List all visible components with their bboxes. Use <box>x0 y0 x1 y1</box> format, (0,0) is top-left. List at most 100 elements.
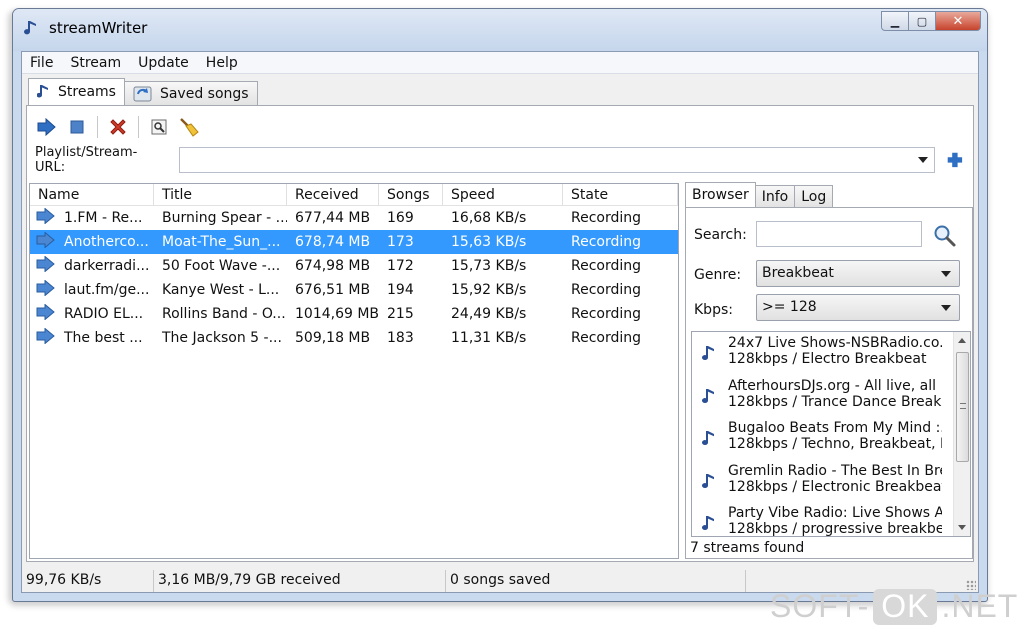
cell-speed: 15,92 KB/s <box>451 282 527 298</box>
menu-file[interactable]: File <box>22 52 62 73</box>
stream-list[interactable]: Name Title Received Songs Speed State 1.… <box>29 183 679 559</box>
table-row[interactable]: laut.fm/ge... Kanye West - L... 676,51 MB 1… <box>30 278 678 302</box>
scroll-up-icon[interactable] <box>958 338 966 343</box>
title-bar[interactable]: streamWriter ▁ ▢ ✕ <box>13 9 987 51</box>
stream-name: 1.FM - Re... <box>64 210 143 226</box>
menu-update[interactable]: Update <box>130 52 198 73</box>
cell-state: Recording <box>571 210 642 226</box>
col-header-received[interactable]: Received <box>287 184 379 205</box>
stream-arrow-icon <box>36 208 56 228</box>
url-combobox[interactable] <box>178 147 935 173</box>
tab-browser[interactable]: Browser <box>685 182 756 207</box>
cell-songs: 169 <box>387 210 414 226</box>
cell-songs: 215 <box>387 306 414 322</box>
url-dropdown-icon[interactable] <box>918 157 928 163</box>
table-row[interactable]: RADIO EL... Rollins Band - O... 1014,69 MB… <box>30 302 678 326</box>
cell-title: Moat-The_Sun_... <box>162 234 281 250</box>
toolbar-separator <box>97 116 98 138</box>
add-stream-button[interactable] <box>945 150 965 170</box>
tab-streams[interactable]: Streams <box>28 78 125 105</box>
cell-speed: 11,31 KB/s <box>451 330 527 346</box>
delete-button[interactable] <box>106 115 130 139</box>
cell-name: RADIO EL... <box>30 304 154 324</box>
toolbar <box>35 114 207 140</box>
kbps-select[interactable]: >= 128 <box>756 294 960 321</box>
stream-arrow-icon <box>36 304 56 324</box>
cell-received: 674,98 MB <box>295 258 371 274</box>
list-item[interactable]: Party Vibe Radio: Live Shows A... 128kbps… <box>692 502 970 537</box>
cell-speed: 16,68 KB/s <box>451 210 527 226</box>
browser-panel: Search: Genre: Breakbeat Kbps: >= 128 24… <box>685 207 973 559</box>
cell-songs: 183 <box>387 330 414 346</box>
browser-pane: Browser Info Log Search: Genre: Breakbea… <box>685 182 973 559</box>
cleanup-button[interactable] <box>177 115 201 139</box>
streams-panel: Playlist/Stream-URL: Name Title Received… <box>26 105 974 562</box>
col-header-songs[interactable]: Songs <box>379 184 443 205</box>
cell-name: Anotherco... <box>30 232 154 252</box>
genre-select[interactable]: Breakbeat <box>756 260 960 287</box>
stream-arrow-icon <box>36 328 56 348</box>
url-input[interactable] <box>179 148 910 172</box>
properties-button[interactable] <box>147 115 171 139</box>
chevron-down-icon <box>941 305 951 311</box>
table-row[interactable]: 1.FM - Re... Burning Spear - ... 677,44 MB… <box>30 206 678 230</box>
tab-log[interactable]: Log <box>794 185 834 207</box>
table-row[interactable]: darkerradi... 50 Foot Wave -... 674,98 MB 1… <box>30 254 678 278</box>
result-genre: 128kbps / Trance Dance Breakbea <box>728 393 942 410</box>
close-button[interactable]: ✕ <box>935 11 981 31</box>
tab-info[interactable]: Info <box>754 185 796 207</box>
stream-results-list[interactable]: 24x7 Live Shows-NSBRadio.co.... 128kbps /… <box>691 331 971 537</box>
stream-arrow-icon <box>36 280 56 300</box>
start-button[interactable] <box>35 115 59 139</box>
stop-button[interactable] <box>65 115 89 139</box>
status-received: 3,16 MB/9,79 GB received <box>154 570 446 592</box>
cell-name: laut.fm/ge... <box>30 280 154 300</box>
col-header-state[interactable]: State <box>563 184 678 205</box>
result-genre: 128kbps / Techno, Breakbeat, Ho <box>728 436 942 452</box>
scroll-down-icon[interactable] <box>958 525 966 530</box>
list-item[interactable]: AfterhoursDJs.org - All live, all ... 128… <box>692 375 970 418</box>
cell-title: Rollins Band - O... <box>162 306 286 322</box>
cell-speed: 24,49 KB/s <box>451 306 527 322</box>
search-field[interactable] <box>756 221 922 247</box>
list-item[interactable]: Gremlin Radio - The Best In Bre... 128kbp… <box>692 460 970 503</box>
search-label: Search: <box>694 227 747 243</box>
menu-help[interactable]: Help <box>198 52 247 73</box>
table-row[interactable]: The best ... The Jackson 5 -... 509,18 MB 1… <box>30 326 678 350</box>
cell-received: 1014,69 MB <box>295 306 379 322</box>
list-item[interactable]: Bugaloo Beats From My Mind :... 128kbps /… <box>692 417 970 460</box>
cleanup-broom-icon <box>180 118 199 137</box>
list-item[interactable]: 24x7 Live Shows-NSBRadio.co.... 128kbps /… <box>692 332 970 375</box>
col-header-speed[interactable]: Speed <box>443 184 563 205</box>
stream-name: Anotherco... <box>64 234 149 250</box>
result-genre: 128kbps / Electro Breakbeat <box>728 351 927 367</box>
note-icon <box>37 84 51 100</box>
col-header-name[interactable]: Name <box>30 184 154 205</box>
menu-stream[interactable]: Stream <box>62 52 130 73</box>
window-title: streamWriter <box>49 19 148 37</box>
stream-name: RADIO EL... <box>64 306 144 322</box>
maximize-button[interactable]: ▢ <box>908 11 936 31</box>
col-header-title[interactable]: Title <box>154 184 287 205</box>
close-icon: ✕ <box>952 13 964 29</box>
url-row: Playlist/Stream-URL: <box>35 145 965 175</box>
delete-x-icon <box>110 119 126 135</box>
scroll-thumb[interactable] <box>956 352 969 462</box>
cell-songs: 173 <box>387 234 414 250</box>
result-genre: 128kbps / progressive breakbeat <box>728 521 942 537</box>
tab-saved-songs[interactable]: Saved songs <box>123 81 258 105</box>
result-title: Gremlin Radio - The Best In Bre... <box>728 462 942 479</box>
minimize-button[interactable]: ▁ <box>881 11 909 31</box>
stop-square-icon <box>70 120 84 134</box>
app-note-icon <box>24 21 36 35</box>
stream-list-header: Name Title Received Songs Speed State <box>30 184 678 206</box>
menu-bar: File Stream Update Help <box>22 52 978 74</box>
cell-state: Recording <box>571 282 642 298</box>
cell-title: 50 Foot Wave -... <box>162 258 281 274</box>
url-label: Playlist/Stream-URL: <box>35 145 138 175</box>
minimize-icon: ▁ <box>890 14 900 28</box>
results-scrollbar[interactable] <box>953 332 970 536</box>
search-icon[interactable] <box>933 224 957 248</box>
table-row[interactable]: Anotherco... Moat-The_Sun_... 678,74 MB 173… <box>30 230 678 254</box>
search-input[interactable] <box>757 222 917 246</box>
